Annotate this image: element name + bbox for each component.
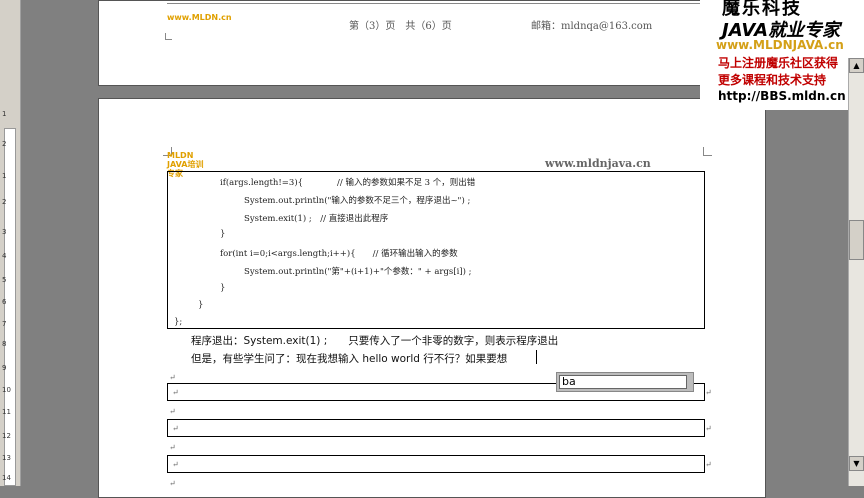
code-line: System.out.println("输入的参数不足三个，程序退出~") ; <box>244 196 471 206</box>
code-line: for(int i=0;i<args.length;i++){ // 循环输出输… <box>220 249 458 259</box>
margin-corner-mark <box>703 147 712 156</box>
ruler-mark: 11 <box>2 408 11 416</box>
footer-page-number: 第（3）页 共（6）页 <box>349 21 452 32</box>
paragraph-mark: ↵ <box>169 443 176 452</box>
brand-promo-line2: 更多课程和技术支持 <box>718 73 827 87</box>
paragraph-mark: ↵ <box>705 424 712 433</box>
code-line: } <box>220 283 226 293</box>
ime-input-field[interactable]: ba <box>559 375 687 389</box>
code-line: System.exit(1) ; // 直接退出此程序 <box>244 214 389 224</box>
ruler-mark: 3 <box>2 228 7 236</box>
brand-bbs-url: http://BBS.mldn.cn <box>718 89 846 103</box>
paragraph-mark: ↵ <box>172 460 179 469</box>
brand-watermark: 魔乐科技 JAVA就业专家 www.MLDNJAVA.cn 马上注册魔乐社区获得… <box>700 0 864 110</box>
margin-corner-mark <box>165 33 172 40</box>
ruler-mark: 8 <box>2 340 7 348</box>
scroll-down-button[interactable]: ▼ <box>849 456 864 471</box>
ruler-mark: 7 <box>2 320 7 328</box>
ruler-mark: 4 <box>2 252 7 260</box>
ruler-mark: 2 <box>2 198 7 206</box>
empty-table-cell[interactable]: ↵ <box>167 455 705 473</box>
ruler-mark: 14 <box>2 474 11 482</box>
ruler-mark: 9 <box>2 364 7 372</box>
scroll-up-button[interactable]: ▲ <box>849 58 864 73</box>
code-block[interactable]: if(args.length!=3){ // 输入的参数如果不足 3 个，则出错… <box>167 171 705 329</box>
ruler-mark: 2 <box>2 140 7 148</box>
scrollbar-thumb[interactable] <box>849 220 864 260</box>
paragraph-mark: ↵ <box>169 479 176 488</box>
body-paragraph[interactable]: 但是，有些学生问了：现在我想输入 hello world 行不行？如果要想 <box>191 351 507 366</box>
empty-table-cell[interactable]: ↵ <box>167 419 705 437</box>
ruler-mark: 13 <box>2 454 11 462</box>
header-url: www.mldnjava.cn <box>545 157 651 170</box>
footer-email: 邮箱：mldnqa@163.com <box>531 21 653 32</box>
vertical-ruler[interactable]: 1 2 1 2 3 4 5 6 7 8 9 10 11 12 13 14 <box>0 0 21 486</box>
ruler-mark: 1 <box>2 172 7 180</box>
paragraph-mark: ↵ <box>172 424 179 433</box>
ruler-mark: 6 <box>2 298 7 306</box>
vertical-scrollbar[interactable]: ▲ ▼ <box>848 58 864 486</box>
paragraph-mark: ↵ <box>169 407 176 416</box>
code-line: } <box>220 229 226 239</box>
ime-composition-window[interactable]: ba <box>556 372 694 392</box>
ruler-mark: 10 <box>2 386 11 394</box>
ruler-mark: 5 <box>2 276 7 284</box>
code-box-bottom-border <box>167 1 705 4</box>
paragraph-mark: ↵ <box>169 373 176 382</box>
code-line: System.out.println("第"+(i+1)+"个参数：" + ar… <box>244 267 472 277</box>
document-page-previous[interactable]: www.MLDN.cn 第（3）页 共（6）页 邮箱：mldnqa@163.co… <box>98 0 766 86</box>
body-paragraph[interactable]: 程序退出：System.exit(1) ; 只要传入了一个非零的数字，则表示程序… <box>191 333 558 348</box>
ruler-mark: 12 <box>2 432 11 440</box>
paragraph-mark: ↵ <box>705 460 712 469</box>
ruler-mark: 1 <box>2 110 7 118</box>
code-line: if(args.length!=3){ // 输入的参数如果不足 3 个，则出错 <box>220 178 476 188</box>
brand-url: www.MLDNJAVA.cn <box>716 38 844 52</box>
brand-promo-line1: 马上注册魔乐社区获得 <box>718 56 839 70</box>
paragraph-mark: ↵ <box>172 388 179 397</box>
paragraph-mark: ↵ <box>705 388 712 397</box>
code-line: }; <box>174 317 183 327</box>
code-line: } <box>198 300 204 310</box>
document-page-current[interactable]: MLDN JAVA培训专家 www.mldnjava.cn if(args.le… <box>98 98 766 498</box>
footer-logo: www.MLDN.cn <box>167 13 232 22</box>
text-cursor <box>536 350 537 364</box>
